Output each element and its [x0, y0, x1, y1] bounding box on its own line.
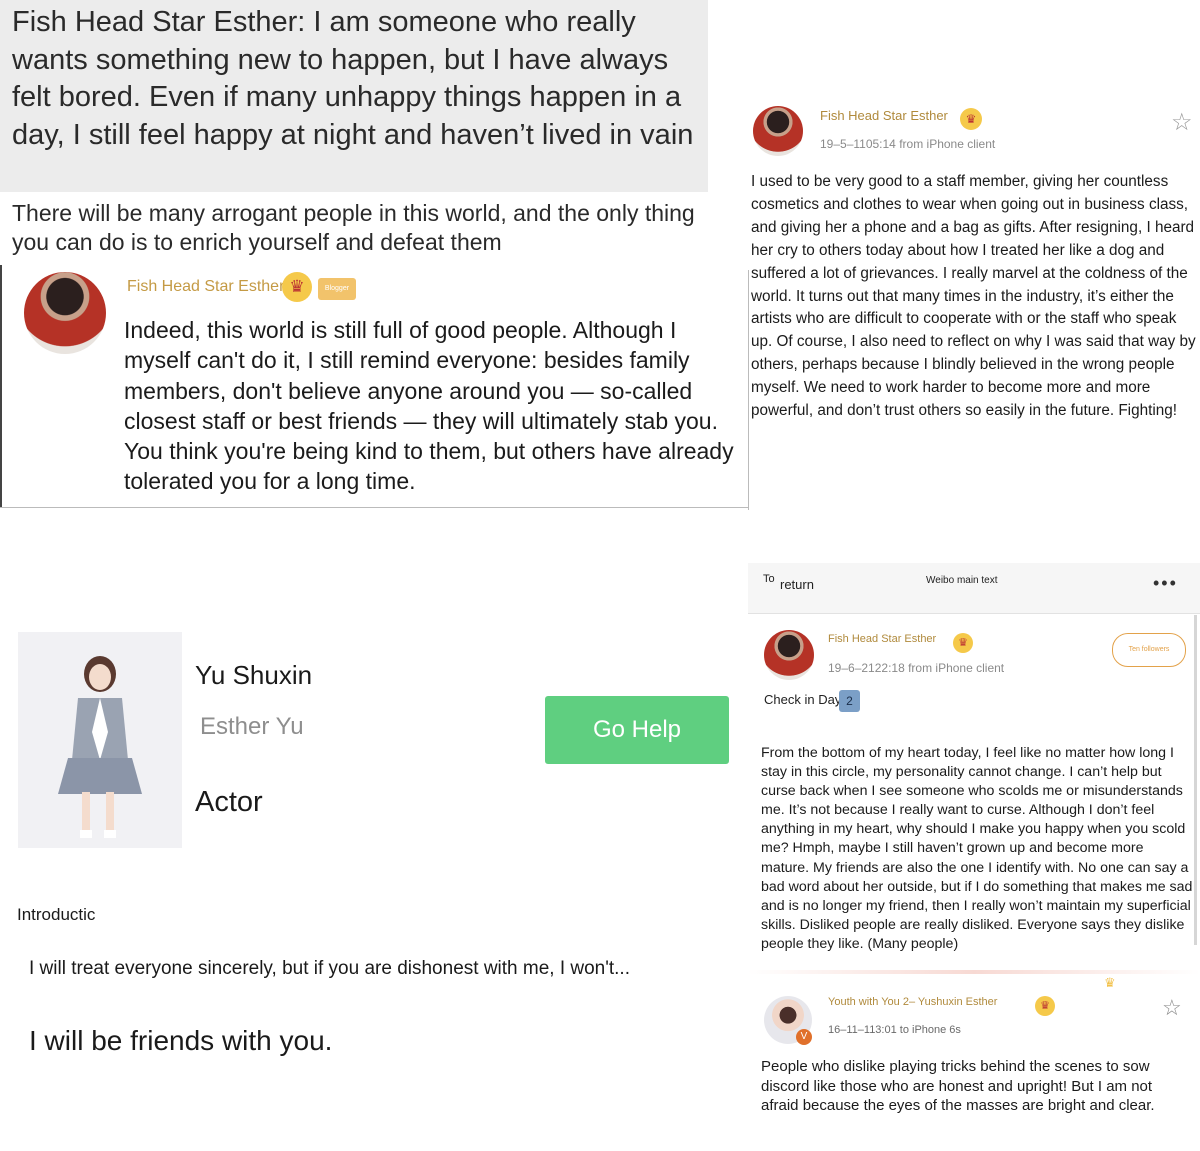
scrollbar[interactable] — [1194, 615, 1197, 945]
verified-badge: V — [796, 1029, 812, 1045]
profile-english-name: Esther Yu — [200, 713, 304, 740]
post-meta: 19–5–1105:14 from iPhone client — [820, 137, 996, 151]
username[interactable]: Fish Head Star Esther — [820, 108, 948, 123]
post-body: From the bottom of my heart today, I fee… — [761, 745, 1193, 952]
top-bar — [748, 563, 1200, 614]
crown-icon: ♛ — [282, 272, 312, 302]
post-screenshot-top-left: Fish Head Star Esther: I am someone who … — [0, 0, 748, 510]
crown-icon: ♛ — [960, 108, 982, 130]
post-meta: 16–11–113:01 to iPhone 6s — [828, 1024, 961, 1036]
post-meta: 19–6–2122:18 from iPhone client — [828, 661, 1005, 675]
introduction-text: I will treat everyone sincerely, but if … — [29, 958, 630, 979]
checkin-day-badge: 2 — [839, 690, 860, 712]
profile-card: Yu Shuxin Esther Yu Actor Go Help Introd… — [0, 560, 748, 1151]
username[interactable]: Youth with You 2– Yushuxin Esther — [828, 996, 997, 1008]
page-title: Weibo main text — [926, 575, 998, 586]
star-icon[interactable]: ☆ — [1171, 108, 1193, 137]
avatar[interactable] — [753, 106, 803, 156]
post-body: People who dislike playing tricks behind… — [761, 1058, 1155, 1115]
introduction-label: Introductic — [17, 905, 96, 924]
blogger-badge: Blogger — [318, 278, 356, 300]
profile-photo — [18, 632, 182, 848]
back-to-label[interactable]: To — [763, 573, 775, 585]
divider — [0, 507, 748, 508]
divider — [748, 270, 749, 510]
crown-icon: ♛ — [1104, 975, 1116, 990]
post-subheading: There will be many arrogant people in th… — [12, 200, 695, 255]
checkin-label: Check in Day — [764, 692, 842, 707]
post-heading: Fish Head Star Esther: I am someone who … — [12, 6, 694, 151]
post-separator — [748, 970, 1200, 974]
crown-icon: ♛ — [953, 633, 973, 653]
go-help-button[interactable]: Go Help — [545, 696, 729, 764]
crown-icon: ♛ — [1035, 996, 1055, 1016]
divider — [0, 265, 2, 507]
post-body: I used to be very good to a staff member… — [751, 173, 1196, 420]
username[interactable]: Fish Head Star Esther — [828, 633, 936, 645]
more-options-icon[interactable]: ••• — [1153, 573, 1178, 594]
post-body: Indeed, this world is still full of good… — [124, 317, 734, 495]
star-icon[interactable]: ☆ — [1162, 995, 1182, 1021]
weibo-post-view: To return Weibo main text ••• Fish Head … — [748, 563, 1200, 1151]
return-button[interactable]: return — [780, 577, 814, 592]
profile-role: Actor — [195, 786, 263, 818]
username[interactable]: Fish Head Star Esther — [127, 278, 284, 296]
avatar[interactable] — [24, 272, 106, 354]
avatar[interactable] — [764, 630, 814, 680]
post-screenshot-top-right: Fish Head Star Esther ♛ 19–5–1105:14 fro… — [748, 0, 1200, 510]
introduction-text-2: I will be friends with you. — [29, 1025, 333, 1056]
follow-button[interactable]: Ten followers — [1112, 633, 1186, 667]
profile-name: Yu Shuxin — [195, 660, 313, 690]
